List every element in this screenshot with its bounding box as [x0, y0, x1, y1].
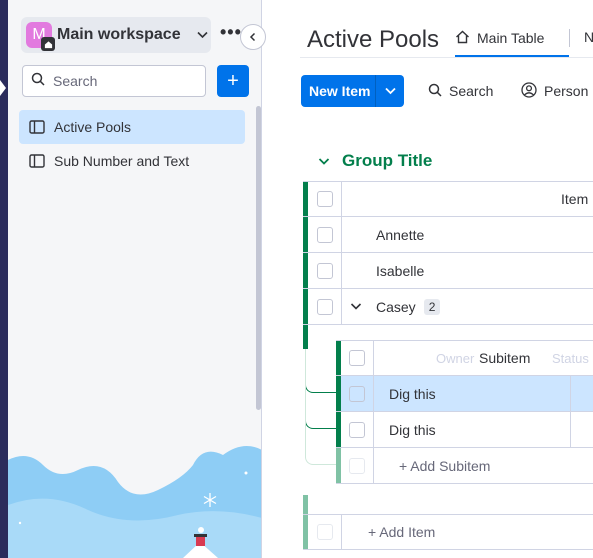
- search-placeholder: Search: [53, 73, 98, 89]
- search-icon: [428, 83, 442, 100]
- page-title: Active Pools: [307, 26, 440, 53]
- subitem-checkbox-cell: [341, 376, 374, 411]
- table-row[interactable]: Casey 2: [303, 289, 593, 325]
- sidebar-item-sub-number-and-text[interactable]: Sub Number and Text: [19, 144, 245, 178]
- home-icon: [455, 30, 470, 47]
- group-color-stripe: [303, 495, 308, 514]
- subitem-connector: [305, 349, 336, 465]
- select-all-checkbox[interactable]: [316, 191, 333, 207]
- row-checkbox-cell: [308, 217, 342, 252]
- sidebar-item-active-pools[interactable]: Active Pools: [19, 110, 245, 144]
- group-color-stripe: [303, 325, 308, 349]
- collapse-sidebar-button[interactable]: [240, 24, 266, 50]
- select-all-subitems-checkbox[interactable]: [349, 350, 365, 366]
- person-icon: [521, 81, 537, 101]
- subitem-checkbox[interactable]: [349, 421, 365, 438]
- row-checkbox[interactable]: [316, 226, 333, 243]
- ghost-column-status: Status: [552, 350, 589, 366]
- new-item-button[interactable]: New Item: [301, 75, 404, 107]
- item-column-header[interactable]: Item: [561, 182, 588, 216]
- sidebar-search-input[interactable]: Search: [22, 65, 206, 97]
- sidebar-scrollbar[interactable]: [256, 106, 261, 410]
- add-subitem-row[interactable]: + Add Subitem: [336, 448, 593, 484]
- tab-main-table[interactable]: Main Table: [455, 20, 544, 56]
- new-item-label: New Item: [309, 83, 371, 99]
- sidebar-item-label: Active Pools: [54, 119, 132, 135]
- expand-subitems-chevron-icon[interactable]: [350, 289, 362, 324]
- subitem-name[interactable]: Dig this: [389, 376, 436, 411]
- more-options-icon[interactable]: •••: [220, 22, 242, 43]
- column-divider: [570, 412, 571, 447]
- row-checkbox[interactable]: [316, 298, 333, 315]
- tab-divider: [569, 29, 570, 47]
- search-button[interactable]: Search: [428, 75, 493, 107]
- chevron-left-icon: [249, 32, 256, 42]
- table-row[interactable]: Isabelle: [303, 253, 593, 289]
- row-checkbox-cell: [308, 289, 342, 324]
- column-divider: [570, 376, 571, 411]
- home-icon: [41, 37, 55, 51]
- workspace-avatar: M: [26, 22, 55, 51]
- item-name[interactable]: Annette: [376, 217, 424, 252]
- chevron-down-icon: [197, 28, 208, 42]
- row-checkbox-cell: [308, 253, 342, 288]
- subitem-count-badge[interactable]: 2: [423, 298, 441, 315]
- group-header-row: Item: [303, 181, 593, 217]
- item-name: Casey: [376, 298, 416, 315]
- add-subitem-checkbox-cell: [341, 448, 374, 483]
- item-name[interactable]: Isabelle: [376, 253, 424, 288]
- board-icon: [29, 120, 45, 134]
- board-area: Active Pools Main Table N New Item Searc…: [262, 0, 593, 558]
- ghost-column-owner: Owner: [436, 350, 475, 366]
- group-collapse-chevron-icon[interactable]: [318, 153, 330, 171]
- person-label: Person: [544, 83, 589, 99]
- header-divider: [300, 57, 593, 58]
- add-board-button[interactable]: +: [217, 65, 249, 97]
- select-all-cell: [308, 182, 342, 216]
- add-subitem-label[interactable]: + Add Subitem: [399, 448, 490, 483]
- winter-illustration: [8, 410, 261, 558]
- item-name-casey[interactable]: Casey 2: [376, 289, 441, 324]
- subitem-checkbox[interactable]: [349, 385, 365, 402]
- table-row[interactable]: Annette: [303, 217, 593, 253]
- left-rail: [0, 0, 8, 558]
- add-item-row[interactable]: + Add Item: [303, 514, 593, 550]
- add-item-checkbox-cell: [308, 515, 342, 549]
- subitem-row[interactable]: Dig this: [336, 412, 593, 448]
- add-subitem-checkbox: [349, 457, 365, 474]
- row-checkbox[interactable]: [316, 262, 333, 279]
- search-icon: [31, 72, 45, 91]
- workspace-name: Main workspace: [57, 26, 181, 43]
- group-title[interactable]: Group Title: [342, 151, 432, 171]
- select-all-subitems-cell: [341, 341, 374, 375]
- subitems-header-row: Owner Subitem Status: [336, 340, 593, 376]
- sidebar-item-label: Sub Number and Text: [54, 153, 190, 169]
- chevron-down-icon[interactable]: [376, 87, 404, 95]
- subitem-checkbox-cell: [341, 412, 374, 447]
- person-filter-button[interactable]: Person: [521, 75, 588, 107]
- sidebar: M Main workspace ••• Search + Active Poo…: [8, 0, 262, 558]
- subitem-row[interactable]: Dig this: [336, 376, 593, 412]
- subitem-name[interactable]: Dig this: [389, 412, 436, 447]
- add-item-checkbox: [316, 524, 333, 540]
- subitem-column-header[interactable]: Subitem: [479, 341, 530, 375]
- tab-next[interactable]: N: [584, 29, 593, 45]
- search-label: Search: [449, 83, 494, 99]
- add-item-label[interactable]: + Add Item: [368, 515, 435, 549]
- rail-notch: [0, 80, 6, 96]
- board-icon: [29, 154, 45, 168]
- tab-label: Main Table: [477, 30, 545, 46]
- workspace-switcher[interactable]: M Main workspace: [21, 17, 211, 53]
